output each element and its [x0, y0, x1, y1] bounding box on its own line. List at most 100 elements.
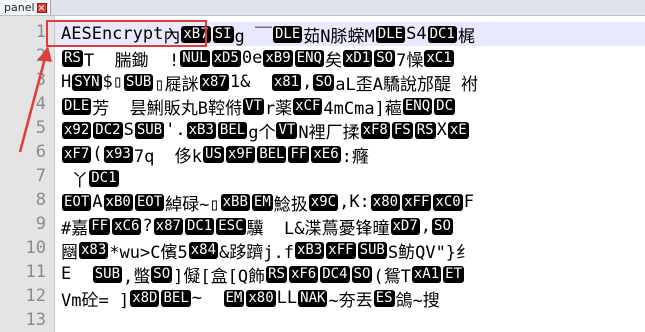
tab-panel[interactable]: panel ✕	[0, 0, 51, 15]
control-char-badge: SUB	[357, 241, 387, 259]
text-segment: E	[61, 264, 92, 284]
control-char-badge: ET	[443, 265, 465, 283]
text-line: xF7(x93 7q 侈k US x9F BEL FF xE6:癃	[61, 142, 369, 167]
text-segment: ,	[302, 72, 313, 92]
line-number: 10	[25, 238, 46, 258]
text-segment: '.	[165, 120, 186, 140]
control-char-badge: xFF	[326, 241, 356, 259]
text-line: EOT AxB0 EOT 綽碌~▯ xBB EM 鯰扱 x9C ,K: x80 xFF xC0 F	[61, 190, 474, 215]
control-char-badge: x84	[188, 241, 219, 259]
text-segment: ?	[142, 216, 153, 236]
control-char-badge: RS	[414, 121, 436, 139]
control-char-badge: FF	[288, 145, 310, 163]
text-segment: r薬	[264, 98, 293, 119]
control-char-badge: xB9	[263, 49, 293, 67]
control-char-badge: EOT	[62, 193, 92, 211]
text-segment: 圝	[61, 242, 78, 263]
text-segment: 鴿~搜	[395, 290, 440, 311]
control-char-badge: xB0	[103, 193, 133, 211]
text-segment: 4mCma]藲	[323, 98, 402, 119]
text-segment: :癃	[341, 146, 369, 167]
text-segment: 1&	[229, 72, 271, 92]
control-char-badge: RS	[266, 265, 287, 283]
line-number: 12	[25, 286, 46, 306]
line-number: 5	[35, 118, 46, 138]
text-segment: *wu>C儐5	[109, 242, 188, 263]
control-char-badge: VT	[243, 97, 264, 115]
text-editor[interactable]: AESEncrypt 內 xB7 SI g ￣ DLE 茹N脎蝾M DLE S4 DC1 梶 RS T …	[55, 16, 645, 332]
text-segment: ~夯丟	[328, 290, 373, 311]
text-segment: ▯屣詸	[154, 74, 199, 95]
line-number: 7	[35, 166, 46, 186]
line-number: 13	[25, 310, 46, 330]
control-char-badge: EM	[251, 193, 273, 211]
line-number: 6	[35, 142, 46, 162]
control-char-badge: xC1	[424, 49, 454, 67]
line-number-gutter: 1 2 3 4 5 6 7 8 9 10 11 12 13	[0, 16, 55, 332]
control-char-badge: xC6	[112, 217, 142, 235]
control-char-badge: SO	[313, 73, 335, 91]
control-char-badge: xA1	[411, 265, 442, 283]
control-char-badge: DC1	[89, 169, 119, 187]
control-char-badge: xB3	[294, 241, 325, 259]
control-char-badge: SO	[432, 217, 453, 235]
line-number: 8	[35, 190, 46, 210]
text-segment: ,K:	[339, 192, 370, 212]
text-segment: g ￣	[234, 26, 272, 47]
text-segment: LL	[276, 288, 298, 308]
control-char-badge: DC1	[184, 217, 215, 235]
text-segment: 鯰扱	[273, 194, 308, 215]
control-char-badge: x9C	[308, 193, 339, 211]
text-segment: 丫	[61, 170, 89, 191]
control-char-badge: SO	[374, 49, 396, 67]
control-char-badge: x87	[199, 73, 229, 91]
text-segment: X	[436, 120, 447, 140]
control-char-badge: FS	[391, 121, 413, 139]
text-line: 圝 x83 *wu>C儐5 x84 &跢躋j.f xB3 xFF SUB S鲂QV"}纟	[61, 238, 474, 263]
control-char-badge: NAK	[298, 289, 328, 307]
text-segment: S4	[406, 24, 427, 44]
control-char-badge: FF	[89, 217, 111, 235]
control-char-badge: x83	[79, 241, 109, 259]
control-char-badge: xD1	[342, 49, 373, 67]
text-segment: Vm砼= ]	[61, 290, 130, 311]
control-char-badge: x93	[103, 145, 133, 163]
close-icon[interactable]: ✕	[36, 2, 47, 14]
control-char-badge: DC	[434, 97, 455, 115]
line-number: 3	[35, 70, 46, 90]
line-number: 1	[35, 22, 46, 42]
control-char-badge: DC4	[320, 265, 350, 283]
control-char-badge: x87	[153, 217, 183, 235]
control-char-badge: RS	[62, 49, 83, 67]
control-char-badge: ENQ	[402, 97, 433, 115]
text-line: x92 DC2 S SUB '. xB3 BEL g个 VT N裡厂揉 xF8 FS RS XxE	[61, 118, 470, 143]
text-segment: 矣	[324, 50, 342, 71]
control-char-badge: NUL	[180, 49, 210, 67]
text-segment: 梶	[457, 26, 475, 47]
text-segment: #嘉	[61, 218, 89, 239]
control-char-badge: x80	[370, 193, 401, 211]
control-char-badge: xC0	[433, 193, 463, 211]
text-segment: (鴛T	[373, 266, 411, 287]
text-segment: 芳 昙鯏販丸B鞚偫	[92, 98, 243, 119]
text-segment: 茹N脎蝾M	[303, 26, 375, 47]
control-char-badge: xF6	[288, 265, 319, 283]
tab-bar: panel ✕	[0, 0, 645, 16]
control-char-badge: SUB	[124, 73, 154, 91]
tab-label: panel	[4, 1, 35, 14]
control-char-badge: BEL	[257, 145, 287, 163]
control-char-badge: x92	[62, 121, 92, 139]
text-line: E SUB ,蟞 SO]儗[盒[Q飾 RS xF6 DC4 SO (鴛T xA1 ET	[61, 262, 465, 287]
control-char-badge: SUB	[92, 265, 123, 283]
text-segment: S鲂QV"}纟	[387, 242, 474, 263]
control-char-badge: SO	[151, 265, 173, 283]
text-segment: 0e	[241, 48, 263, 68]
control-char-badge: US	[203, 145, 224, 163]
control-char-badge: BEL	[161, 289, 191, 307]
control-char-badge: xFF	[402, 193, 432, 211]
control-char-badge: xE6	[311, 145, 341, 163]
control-char-badge: xCF	[293, 97, 323, 115]
control-char-badge: SI	[212, 25, 234, 43]
control-char-badge: EOT	[134, 193, 165, 211]
control-char-badge: ENQ	[294, 49, 324, 67]
